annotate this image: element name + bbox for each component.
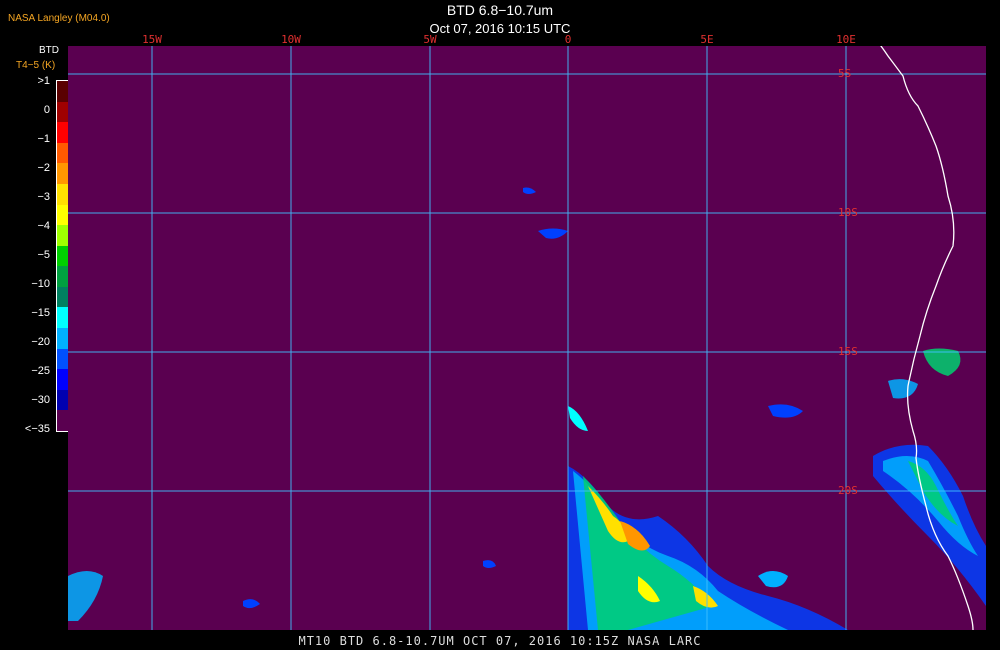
colorbar-label: 0 <box>43 104 50 116</box>
colorbar-label: −1 <box>37 133 50 145</box>
lon-label: 0 <box>564 33 572 46</box>
lon-label: 5W <box>423 33 437 46</box>
colorbar-label: −15 <box>31 307 50 319</box>
lat-label: 10S <box>838 206 858 219</box>
lat-label: 15S <box>838 345 858 358</box>
lon-label: 15W <box>142 33 162 46</box>
colorbar-units: T4−5 (K) <box>16 60 56 71</box>
colorbar-label: −2 <box>37 162 50 174</box>
lon-label: 5E <box>700 33 714 46</box>
colorbar-label: −3 <box>37 191 50 203</box>
footer-caption: MT10 BTD 6.8-10.7UM OCT 07, 2016 10:15Z … <box>298 634 702 648</box>
colorbar-label: −30 <box>31 394 50 406</box>
colorbar-label: −25 <box>31 365 50 377</box>
lon-label: 10E <box>836 33 856 46</box>
lat-label: 5S <box>838 67 852 80</box>
colorbar-label: −20 <box>31 336 50 348</box>
colorbar-label: −10 <box>31 278 50 290</box>
colorbar-label: −4 <box>37 220 50 232</box>
lat-label: 20S <box>838 484 858 497</box>
lon-label: 10W <box>281 33 301 46</box>
colorbar-title: BTD <box>39 45 59 56</box>
colorbar-label: −5 <box>37 249 50 261</box>
colorbar-label: >1 <box>37 75 50 87</box>
colorbar-label: <−35 <box>24 423 50 435</box>
map-title: BTD 6.8−10.7um <box>446 2 554 18</box>
satellite-map <box>68 46 986 630</box>
